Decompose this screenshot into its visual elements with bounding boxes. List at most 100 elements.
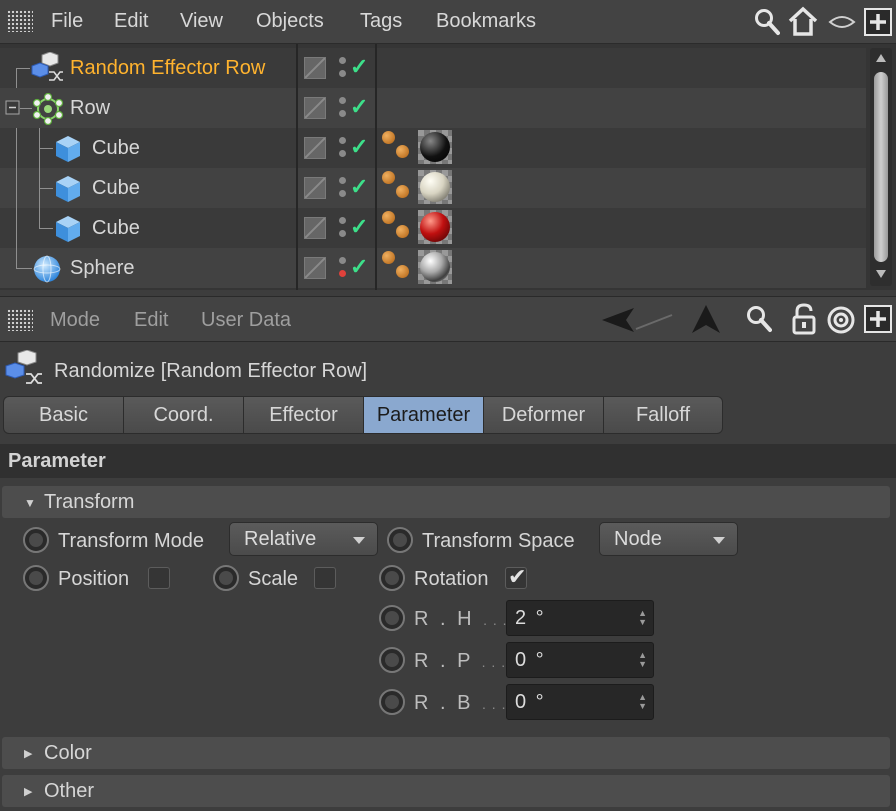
eye-icon[interactable] <box>828 12 856 32</box>
rotation-checkbox[interactable]: ✔ <box>505 564 527 589</box>
render-visibility-dot[interactable] <box>339 110 346 117</box>
object-row[interactable]: Random Effector Row <box>0 48 866 88</box>
animate-radio[interactable] <box>379 565 405 591</box>
texture-tag-icon[interactable] <box>382 171 414 205</box>
object-name[interactable]: Cube <box>92 217 140 240</box>
render-visibility-dot[interactable] <box>339 150 346 157</box>
render-visibility-dot[interactable] <box>339 70 346 77</box>
animate-radio[interactable] <box>379 689 405 715</box>
triangle-down-icon[interactable]: ▼ <box>24 496 36 510</box>
menu-bookmarks[interactable]: Bookmarks <box>436 10 536 33</box>
enable-check-icon[interactable]: ✓ <box>350 54 368 80</box>
scroll-thumb[interactable] <box>874 72 888 262</box>
editor-visibility-dot[interactable] <box>339 257 346 264</box>
animate-radio[interactable] <box>23 565 49 591</box>
home-icon[interactable] <box>787 6 819 36</box>
render-visibility-dot[interactable] <box>339 190 346 197</box>
tab-effector[interactable]: Effector <box>243 396 363 434</box>
editor-visibility-dot[interactable] <box>339 97 346 104</box>
menu-view[interactable]: View <box>180 10 223 33</box>
menu-tags[interactable]: Tags <box>360 10 402 33</box>
object-row[interactable]: Row <box>0 68 866 128</box>
enable-check-icon[interactable]: ✓ <box>350 134 368 160</box>
texture-tag-icon[interactable] <box>382 251 414 285</box>
rp-field[interactable]: 0 ° ▲ ▼ <box>506 642 654 678</box>
column-divider[interactable] <box>296 44 298 290</box>
animate-radio[interactable] <box>23 527 49 553</box>
layer-icon[interactable] <box>304 137 326 159</box>
object-name[interactable]: Row <box>70 97 110 120</box>
material-tag[interactable] <box>418 250 452 284</box>
tab-deformer[interactable]: Deformer <box>483 396 603 434</box>
layer-icon[interactable] <box>304 57 326 79</box>
enable-check-icon[interactable]: ✓ <box>350 94 368 120</box>
menu-edit[interactable]: Edit <box>114 10 148 33</box>
spinner-icon[interactable]: ▲ ▼ <box>638 609 647 627</box>
editor-visibility-dot[interactable] <box>339 57 346 64</box>
editor-visibility-dot[interactable] <box>339 217 346 224</box>
group-transform[interactable]: ▼ Transform <box>2 486 890 518</box>
material-tag[interactable] <box>418 170 452 204</box>
rh-field[interactable]: 2 ° ▲ ▼ <box>506 600 654 636</box>
panel-grip-icon[interactable] <box>7 10 33 32</box>
animate-radio[interactable] <box>379 647 405 673</box>
menu-user-data[interactable]: User Data <box>201 309 291 332</box>
menu-mode[interactable]: Mode <box>50 309 100 332</box>
group-color[interactable]: ▶ Color <box>2 737 890 769</box>
rh-value[interactable]: 2 ° <box>515 607 546 630</box>
column-divider[interactable] <box>375 44 377 290</box>
menu-edit[interactable]: Edit <box>134 309 168 332</box>
object-name[interactable]: Cube <box>92 137 140 160</box>
triangle-right-icon[interactable]: ▶ <box>24 785 32 798</box>
layer-icon[interactable] <box>304 97 326 119</box>
tree-scrollbar[interactable] <box>870 48 892 286</box>
spinner-icon[interactable]: ▲ ▼ <box>638 651 647 669</box>
material-tag[interactable] <box>418 210 452 244</box>
editor-visibility-dot[interactable] <box>339 177 346 184</box>
collapse-icon[interactable] <box>5 100 21 116</box>
panel-grip-icon[interactable] <box>7 309 33 331</box>
editor-visibility-dot[interactable] <box>339 137 346 144</box>
menu-objects[interactable]: Objects <box>256 10 324 33</box>
group-other[interactable]: ▶ Other <box>2 775 890 807</box>
transform-mode-dropdown[interactable]: Relative <box>229 522 378 556</box>
scale-checkbox[interactable] <box>314 567 336 589</box>
object-name[interactable]: Sphere <box>70 257 135 280</box>
tab-falloff[interactable]: Falloff <box>603 396 723 434</box>
object-name[interactable]: Cube <box>92 177 140 200</box>
triangle-right-icon[interactable]: ▶ <box>24 747 32 760</box>
menu-file[interactable]: File <box>51 10 83 33</box>
transform-space-dropdown[interactable]: Node <box>599 522 738 556</box>
scroll-down-icon[interactable] <box>876 270 886 278</box>
spinner-icon[interactable]: ▲ ▼ <box>638 693 647 711</box>
layer-icon[interactable] <box>304 177 326 199</box>
lock-icon[interactable] <box>791 303 817 335</box>
position-checkbox[interactable] <box>148 567 170 589</box>
tab-parameter[interactable]: Parameter <box>363 396 483 434</box>
rb-field[interactable]: 0 ° ▲ ▼ <box>506 684 654 720</box>
render-visibility-dot[interactable] <box>339 270 346 277</box>
enable-check-icon[interactable]: ✓ <box>350 254 368 280</box>
layer-icon[interactable] <box>304 217 326 239</box>
search-icon[interactable] <box>746 305 772 333</box>
animate-radio[interactable] <box>379 605 405 631</box>
new-window-icon[interactable] <box>864 305 892 333</box>
target-icon[interactable] <box>826 305 856 335</box>
texture-tag-icon[interactable] <box>382 131 414 165</box>
enable-check-icon[interactable]: ✓ <box>350 174 368 200</box>
search-icon[interactable] <box>754 8 780 36</box>
new-window-icon[interactable] <box>864 8 892 36</box>
rb-value[interactable]: 0 ° <box>515 691 546 714</box>
forward-arrow-icon[interactable] <box>690 303 722 335</box>
object-name[interactable]: Random Effector Row <box>70 57 265 80</box>
texture-tag-icon[interactable] <box>382 211 414 245</box>
material-tag[interactable] <box>418 130 452 164</box>
animate-radio[interactable] <box>213 565 239 591</box>
rp-value[interactable]: 0 ° <box>515 649 546 672</box>
back-arrow-icon[interactable] <box>600 305 676 335</box>
enable-check-icon[interactable]: ✓ <box>350 214 368 240</box>
tab-basic[interactable]: Basic <box>3 396 123 434</box>
tab-coord[interactable]: Coord. <box>123 396 243 434</box>
animate-radio[interactable] <box>387 527 413 553</box>
render-visibility-dot[interactable] <box>339 230 346 237</box>
